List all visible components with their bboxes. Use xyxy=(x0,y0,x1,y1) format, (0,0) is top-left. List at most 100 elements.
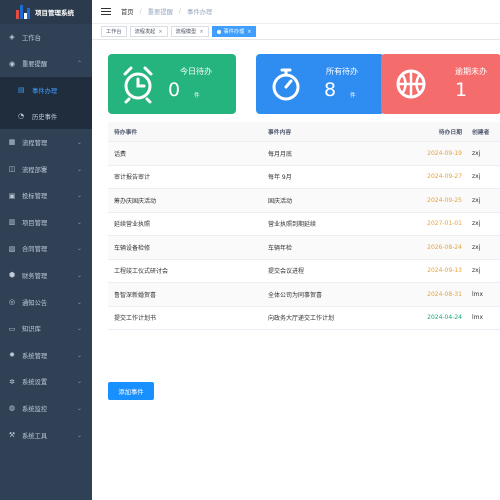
sidebar-subitem-label: 事件办理 xyxy=(32,87,58,95)
cell-creator: zxj xyxy=(472,243,481,251)
stat-card-label: 今日待办 xyxy=(180,67,212,76)
cell-creator: zxj xyxy=(472,149,481,157)
cell-content: 车辆年检 xyxy=(268,244,293,252)
sidebar-item-11[interactable]: ✲ 系统设置 ⌄ xyxy=(0,369,92,396)
tag-0[interactable]: 工作台 xyxy=(101,26,127,37)
chevron-up-icon: ⌃ xyxy=(76,60,82,68)
sidebar-item-label: 系统设置 xyxy=(22,379,48,387)
stat-card-label: 逾期未办 xyxy=(455,67,487,76)
sidebar-item-12[interactable]: ◍ 系统监控 ⌄ xyxy=(0,395,92,422)
stat-card-2[interactable]: 逾期未办 1 xyxy=(381,54,500,114)
sidebar-item-6[interactable]: ▧ 合同管理 ⌄ xyxy=(0,236,92,263)
cell-content: 全体公司为同事贺喜 xyxy=(268,291,323,299)
book-icon: ▭ xyxy=(8,324,16,333)
sidebar-item-3[interactable]: ◫ 流程部署 ⌄ xyxy=(0,156,92,183)
header-creator: 创建者 xyxy=(472,130,490,136)
tag-label: 事件办理 xyxy=(223,29,245,35)
todo-table: 待办事件 事件内容 待办日期 创建者 话费 每月月底 2024-09-19 zxj 审计… xyxy=(108,122,500,330)
cell-event: 话费 xyxy=(114,150,127,158)
close-icon[interactable]: × xyxy=(158,29,162,35)
cell-date: 2024-08-31 xyxy=(427,290,462,298)
sidebar-item-1[interactable]: ◉ 重要提醒 ⌃ xyxy=(0,51,92,78)
cell-date: 2024-09-27 xyxy=(427,173,462,181)
stat-card-1[interactable]: 所有待办 8 件 xyxy=(256,54,384,114)
sidebar-item-label: 流程管理 xyxy=(22,139,48,147)
chevron-down-icon: ⌄ xyxy=(76,245,82,253)
close-icon[interactable]: × xyxy=(247,29,251,35)
tag-3[interactable]: 事件办理 × xyxy=(211,26,257,37)
sidebar-item-label: 流程部署 xyxy=(22,166,48,174)
cell-date: 2024-09-25 xyxy=(427,196,462,204)
bell-icon: ◉ xyxy=(8,59,16,68)
cell-creator: zxj xyxy=(472,196,481,204)
chevron-down-icon: ⌄ xyxy=(76,218,82,226)
document-icon: ▤ xyxy=(18,86,25,95)
add-event-button[interactable]: 添加事件 xyxy=(108,382,154,400)
sidebar-item-7[interactable]: ⬢ 财务管理 ⌄ xyxy=(0,262,92,289)
settings-icon: ✲ xyxy=(9,377,15,386)
header-event: 待办事件 xyxy=(114,130,138,136)
breadcrumb-separator: / xyxy=(178,8,182,15)
app-logo xyxy=(16,5,30,19)
chevron-down-icon: ⌄ xyxy=(76,138,82,146)
main-content: 今日待办 0 件所有待办 8 件逾期未办 1 待办事件 事件内容 待办日期 创建者 话费每… xyxy=(92,40,500,500)
cell-creator: zxj xyxy=(472,173,481,181)
chevron-down-icon: ⌄ xyxy=(76,378,82,386)
breadcrumb-item-2: 事件办理 xyxy=(187,9,213,16)
app-title: 项目管理系统 xyxy=(35,9,74,17)
sidebar-menu: ◈ 工作台 ◉ 重要提醒 ⌃ ▤ 事件办理 ◔ 历史事件 ▦ 流程管理 ⌄ ◫ 流程部署 ⌄ ▣ 投标管理 ⌄ ▥ 项… xyxy=(0,24,92,448)
chevron-down-icon: ⌄ xyxy=(76,298,82,306)
sidebar-subitem-0[interactable]: ▤ 事件办理 xyxy=(0,77,92,103)
sidebar-item-2[interactable]: ▦ 流程管理 ⌄ xyxy=(0,129,92,156)
monitor-icon: ◍ xyxy=(8,404,16,413)
cell-creator: zxj xyxy=(472,267,481,275)
table-row[interactable]: 筹办庆国庆活动 国庆活动 2024-09-25 zxj xyxy=(108,189,500,213)
cell-event: 车辆设备检修 xyxy=(114,244,151,252)
stat-card-value: 8 xyxy=(324,79,337,101)
tag-2[interactable]: 流程模型 × xyxy=(170,26,209,37)
sidebar-item-5[interactable]: ▥ 项目管理 ⌄ xyxy=(0,209,92,236)
table-row[interactable]: 提交工作计划书 向政务大厅递交工作计划 2024-04-24 lmx xyxy=(108,307,500,330)
table-row[interactable]: 工程竣工仪式研讨会 提交会议进程 2024-09-13 zxj xyxy=(108,260,500,283)
sidebar-item-0[interactable]: ◈ 工作台 xyxy=(0,24,92,51)
hamburger-icon[interactable] xyxy=(101,7,111,16)
breadcrumb-item-0[interactable]: 首页 xyxy=(121,7,134,16)
stat-card-unit: 件 xyxy=(194,93,200,99)
sidebar-item-13[interactable]: ⚒ 系统工具 ⌄ xyxy=(0,422,92,449)
cell-date: 2024-09-19 xyxy=(427,149,462,157)
sidebar-submenu: ▤ 事件办理 ◔ 历史事件 xyxy=(0,77,92,130)
sidebar-item-8[interactable]: ◎ 通知公告 ⌄ xyxy=(0,289,92,316)
sidebar-item-4[interactable]: ▣ 投标管理 ⌄ xyxy=(0,182,92,209)
chevron-down-icon: ⌄ xyxy=(76,351,82,359)
tag-1[interactable]: 流程发起 × xyxy=(129,26,168,37)
sidebar-subitem-1[interactable]: ◔ 历史事件 xyxy=(0,103,92,129)
alarm-clock-icon xyxy=(120,64,156,104)
sidebar-item-10[interactable]: ✹ 系统管理 ⌄ xyxy=(0,342,92,369)
dashboard-icon: ◈ xyxy=(9,33,15,42)
basketball-icon xyxy=(393,64,429,104)
table-row[interactable]: 审计报告审计 每年 9月 2024-09-27 zxj xyxy=(108,166,500,189)
cell-creator: lmx xyxy=(472,314,484,322)
stat-card-label: 所有待办 xyxy=(326,67,358,76)
notice-icon: ◎ xyxy=(8,298,16,307)
table-row[interactable]: 鲁智深新婚贺喜 全体公司为同事贺喜 2024-08-31 lmx xyxy=(108,283,500,307)
chevron-down-icon: ⌄ xyxy=(76,192,82,200)
stat-card-unit: 件 xyxy=(350,93,356,99)
table-row[interactable]: 车辆设备检修 车辆年检 2026-08-24 zxj xyxy=(108,236,500,260)
close-icon[interactable]: × xyxy=(199,29,203,35)
sidebar-item-label: 重要提醒 xyxy=(22,61,48,69)
cell-event: 提交工作计划书 xyxy=(114,315,157,323)
chevron-down-icon: ⌄ xyxy=(76,165,82,173)
stat-card-0[interactable]: 今日待办 0 件 xyxy=(108,54,236,114)
sidebar-item-9[interactable]: ▭ 知识库 ⌄ xyxy=(0,315,92,342)
cell-content: 提交会议进程 xyxy=(268,268,305,276)
cell-event: 审计报告审计 xyxy=(114,174,151,182)
table-row[interactable]: 延续营业执照 营业执照到期延续 2027-01-01 zxj xyxy=(108,213,500,236)
finance-icon: ⬢ xyxy=(8,271,16,280)
table-row[interactable]: 话费 每月月底 2024-09-19 zxj xyxy=(108,142,500,166)
project-icon: ▥ xyxy=(8,218,16,227)
breadcrumb-item-1[interactable]: 重要提醒 xyxy=(148,7,173,16)
brand[interactable]: 项目管理系统 xyxy=(0,0,92,24)
sidebar-item-label: 系统管理 xyxy=(22,352,48,360)
top-navbar: 首页 / 重要提醒 / 事件办理 xyxy=(92,0,500,24)
